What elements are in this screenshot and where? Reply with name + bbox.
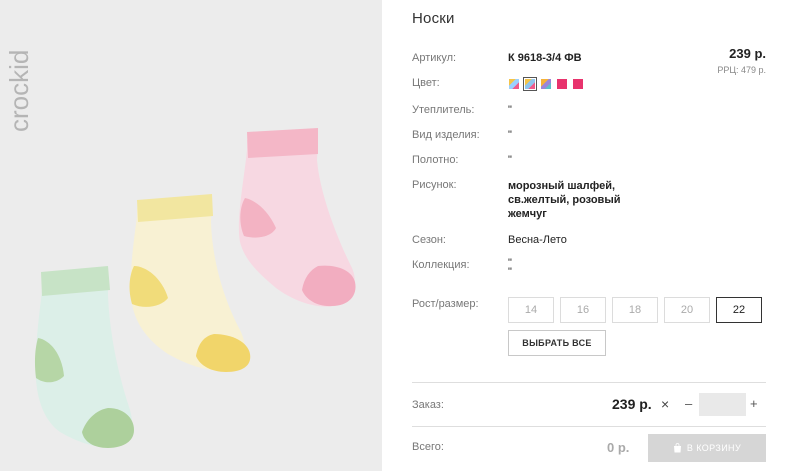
order-label: Заказ: [412,399,444,411]
color-swatch[interactable] [508,78,520,90]
article-label: Артикул: [412,52,457,64]
total-label: Всего: [412,441,444,453]
fabric-label: Полотно: [412,154,459,166]
product-price: 239 р. [729,46,766,61]
quantity-input[interactable] [699,393,746,416]
select-all-button[interactable]: ВЫБРАТЬ ВСЕ [508,330,606,356]
item-type-label: Вид изделия: [412,129,480,141]
product-image[interactable]: crockid [0,0,382,471]
color-label: Цвет: [412,77,440,89]
divider [412,426,766,427]
season-value: Весна-Лето [508,234,567,246]
color-swatch[interactable] [572,78,584,90]
svg-text:crockid: crockid [4,50,34,132]
socks-illustration [34,128,356,448]
size-selector: 14 16 18 20 22 [508,297,762,323]
add-to-cart-button[interactable]: В КОРЗИНУ [648,434,766,462]
clear-order-icon[interactable]: × [661,396,669,412]
size-option[interactable]: 20 [664,297,710,323]
color-swatch-selected[interactable] [523,77,537,91]
divider [412,382,766,383]
insulation-value: " [508,104,512,116]
recommended-retail-price: РРЦ: 479 р. [717,65,766,75]
shopping-bag-icon [673,443,681,453]
size-option-selected[interactable]: 22 [716,297,762,323]
fabric-value: " [508,154,512,166]
item-type-value: " [508,129,512,141]
size-label: Рост/размер: [412,298,479,310]
insulation-label: Утеплитель: [412,104,475,116]
color-swatch[interactable] [540,78,552,90]
size-option[interactable]: 14 [508,297,554,323]
brand-logo: crockid [4,50,34,132]
order-price: 239 р. [612,396,652,412]
size-option[interactable]: 18 [612,297,658,323]
season-label: Сезон: [412,234,446,246]
quantity-increase-button[interactable]: + [750,396,758,411]
article-value: К 9618-3/4 ФВ [508,52,582,64]
color-swatch[interactable] [556,78,568,90]
pattern-label: Рисунок: [412,179,457,191]
pattern-value: морозный шалфей, св.желтый, розовый жемч… [508,180,621,220]
product-title: Носки [412,10,455,27]
size-option[interactable]: 16 [560,297,606,323]
collection-label: Коллекция: [412,259,470,271]
color-swatches [508,77,584,91]
total-price: 0 р. [607,440,630,455]
add-to-cart-label: В КОРЗИНУ [686,443,742,453]
quantity-decrease-button[interactable]: – [685,396,692,411]
collection-value: " [508,266,512,278]
